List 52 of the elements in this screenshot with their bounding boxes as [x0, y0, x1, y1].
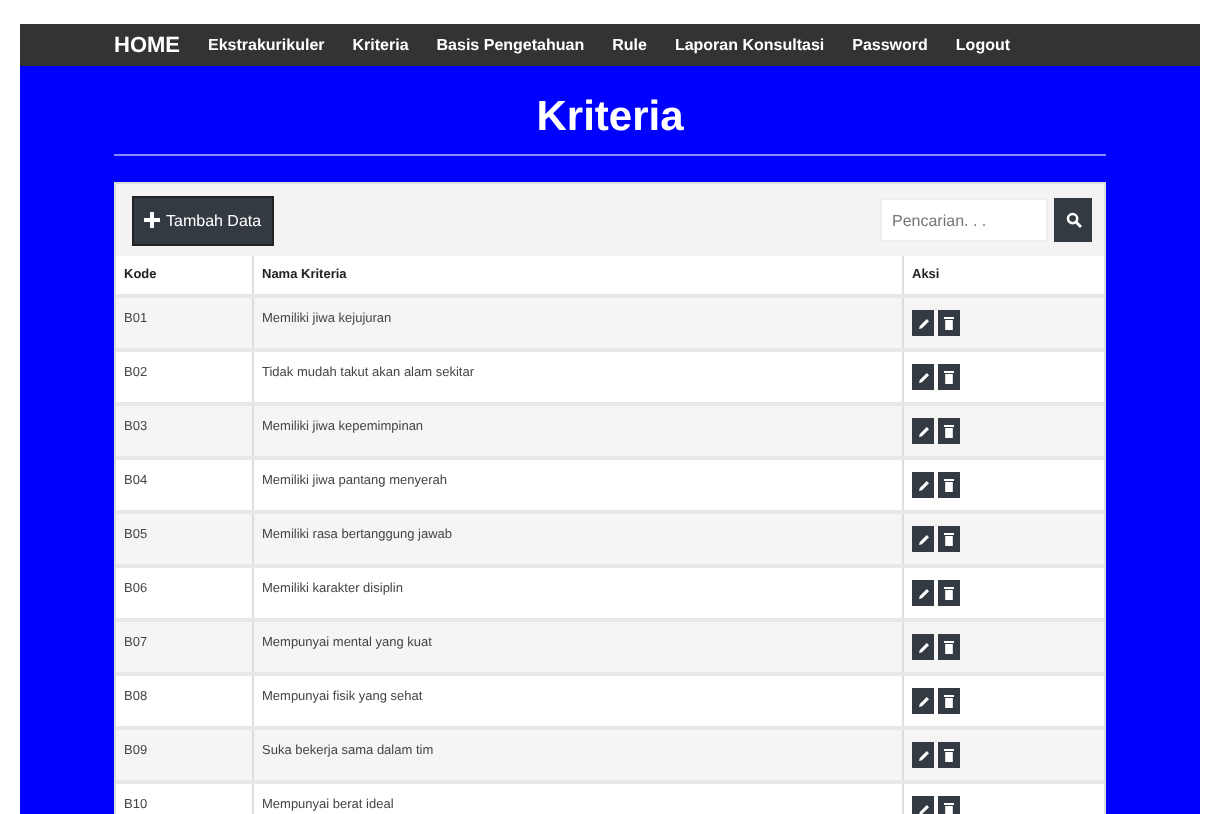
pencil-icon — [917, 317, 929, 329]
trash-icon — [944, 802, 954, 814]
nav-link[interactable]: Basis Pengetahuan — [436, 36, 585, 54]
pencil-icon — [917, 641, 929, 653]
home-link[interactable]: HOME — [114, 33, 180, 57]
trash-icon — [944, 316, 954, 330]
pencil-icon — [917, 803, 929, 814]
trash-icon — [944, 586, 954, 600]
add-data-button[interactable]: Tambah Data — [132, 195, 274, 245]
delete-button[interactable] — [938, 364, 960, 390]
delete-button[interactable] — [938, 310, 960, 336]
pencil-icon — [917, 425, 929, 437]
edit-button[interactable] — [912, 580, 934, 606]
pencil-icon — [917, 587, 929, 599]
trash-icon — [944, 532, 954, 546]
edit-button[interactable] — [912, 418, 934, 444]
edit-button[interactable] — [912, 688, 934, 714]
pencil-icon — [917, 695, 929, 707]
edit-button[interactable] — [912, 310, 934, 336]
search-field[interactable]: Pencarian. . . — [880, 198, 1048, 242]
plus-icon — [144, 212, 160, 228]
nav-link[interactable]: Logout — [955, 36, 1011, 54]
edit-button[interactable] — [912, 634, 934, 660]
delete-button[interactable] — [938, 472, 960, 498]
delete-button[interactable] — [938, 580, 960, 606]
trash-icon — [944, 424, 954, 438]
nav-link[interactable]: Password — [852, 36, 928, 54]
pencil-icon — [917, 749, 929, 761]
pencil-icon — [917, 371, 929, 383]
page-title: Kriteria — [534, 92, 686, 144]
delete-button[interactable] — [938, 688, 960, 714]
search-button[interactable] — [1054, 198, 1092, 242]
edit-button[interactable] — [912, 472, 934, 498]
delete-button[interactable] — [938, 742, 960, 768]
search-icon — [1065, 212, 1081, 228]
delete-button[interactable] — [938, 634, 960, 660]
trash-icon — [944, 748, 954, 762]
delete-button[interactable] — [938, 418, 960, 444]
pencil-icon — [917, 533, 929, 545]
edit-button[interactable] — [912, 364, 934, 390]
nav-link[interactable]: Rule — [612, 36, 647, 54]
edit-button[interactable] — [912, 742, 934, 768]
delete-button[interactable] — [938, 526, 960, 552]
trash-icon — [944, 370, 954, 384]
edit-button[interactable] — [912, 526, 934, 552]
trash-icon — [944, 640, 954, 654]
trash-icon — [944, 478, 954, 492]
nav-link[interactable]: Kriteria — [352, 36, 409, 54]
nav-link[interactable]: Ekstrakurikuler — [208, 36, 325, 54]
trash-icon — [944, 694, 954, 708]
pencil-icon — [917, 479, 929, 491]
nav-link[interactable]: Laporan Konsultasi — [674, 36, 825, 54]
